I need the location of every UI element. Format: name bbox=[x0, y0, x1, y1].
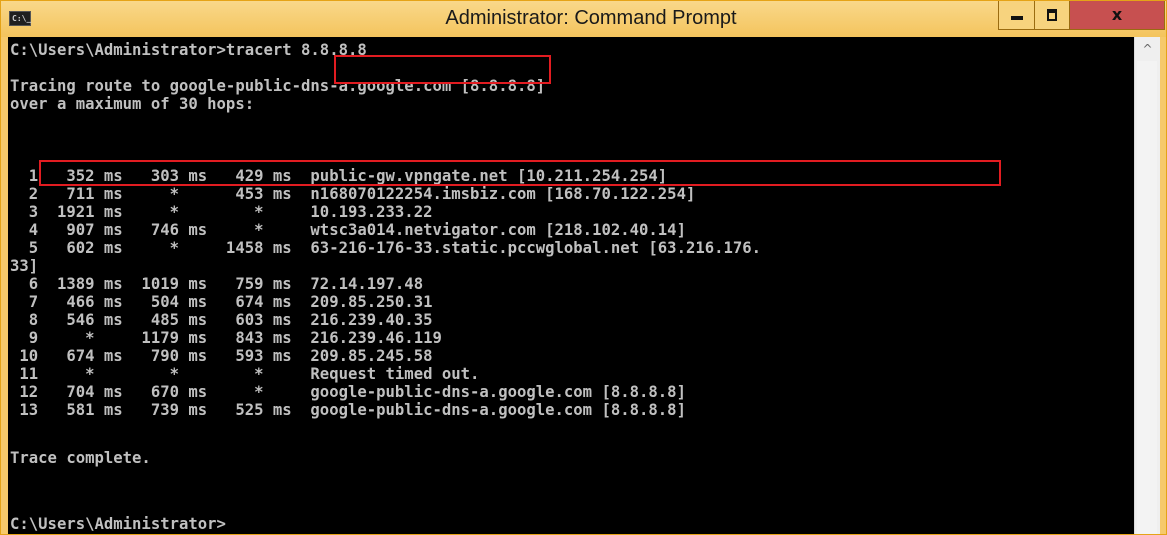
prompt-line[interactable]: C:\Users\Administrator> bbox=[10, 516, 226, 532]
scroll-up-icon[interactable]: ^ bbox=[1135, 37, 1160, 61]
close-button[interactable]: x bbox=[1069, 1, 1165, 30]
hop-row-10: 10 674 ms 790 ms 593 ms 209.85.245.58 bbox=[10, 347, 433, 365]
title-bar[interactable]: C:\_ Administrator: Command Prompt bbox=[1, 1, 1166, 37]
minimize-button[interactable] bbox=[998, 1, 1035, 30]
hop-row-5: 5 602 ms * 1458 ms 63-216-176-33.static.… bbox=[10, 239, 762, 257]
minimize-icon bbox=[1010, 16, 1023, 20]
hop-row-3: 3 1921 ms * * 10.193.233.22 bbox=[10, 203, 433, 221]
first-hop-highlight-box bbox=[39, 160, 1001, 186]
hop-row-13: 13 581 ms 739 ms 525 ms google-public-dn… bbox=[10, 401, 686, 419]
hop-row-12: 12 704 ms 670 ms * google-public-dns-a.g… bbox=[10, 383, 686, 401]
window-title: Administrator: Command Prompt bbox=[445, 7, 737, 29]
hop-row-8: 8 546 ms 485 ms 603 ms 216.239.40.35 bbox=[10, 311, 433, 329]
hop-row-11: 11 * * * Request timed out. bbox=[10, 365, 480, 383]
maximize-button[interactable] bbox=[1034, 1, 1070, 30]
vertical-scrollbar[interactable]: ^ bbox=[1134, 37, 1160, 534]
maximize-icon bbox=[1047, 9, 1057, 21]
hop-row-7: 7 466 ms 504 ms 674 ms 209.85.250.31 bbox=[10, 293, 433, 311]
hop-row-2: 2 711 ms * 453 ms n168070122254.imsbiz.c… bbox=[10, 185, 696, 203]
window-right-border bbox=[1160, 37, 1166, 534]
console-output[interactable]: C:\Users\Administrator>tracert 8.8.8.8 T… bbox=[8, 37, 1134, 534]
max-hops-line: over a maximum of 30 hops: bbox=[10, 95, 255, 113]
prompt-command-line: C:\Users\Administrator>tracert 8.8.8.8 bbox=[10, 41, 367, 59]
close-icon: x bbox=[1111, 5, 1123, 24]
hop-row-6: 6 1389 ms 1019 ms 759 ms 72.14.197.48 bbox=[10, 275, 424, 293]
hop-row-4: 4 907 ms 746 ms * wtsc3a014.netvigator.c… bbox=[10, 221, 686, 239]
scroll-thumb[interactable] bbox=[1137, 61, 1157, 534]
hop-row-9: 9 * 1179 ms 843 ms 216.239.46.119 bbox=[10, 329, 442, 347]
command-prompt-window: C:\_ Administrator: Command Prompt x C:\… bbox=[0, 0, 1167, 535]
command-highlight-box bbox=[334, 55, 551, 84]
trace-complete-line: Trace complete. bbox=[10, 449, 151, 467]
hop-row-5-wrap: 33] bbox=[10, 257, 39, 275]
